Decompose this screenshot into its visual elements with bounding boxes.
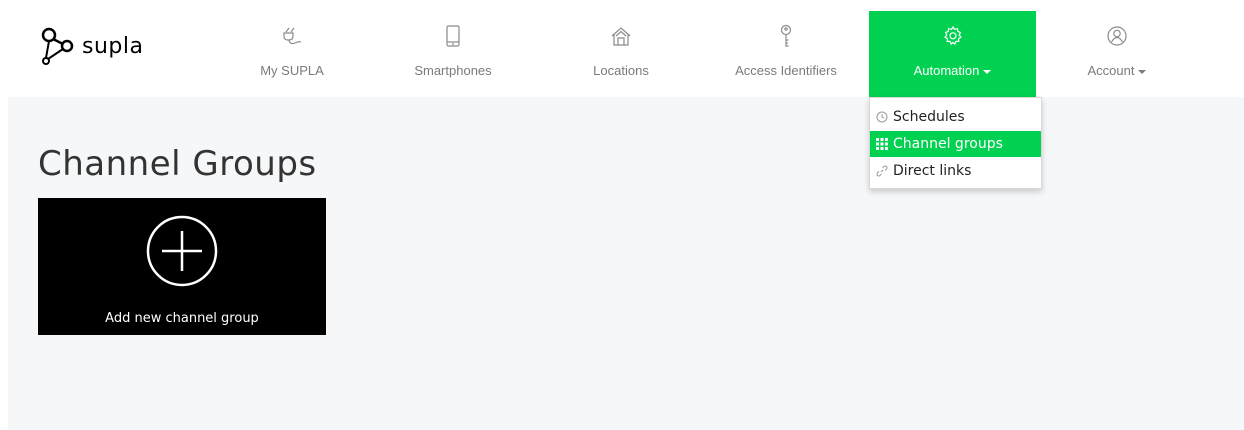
- top-navbar: supla My SUPLA Smartphones Locations Acc…: [0, 0, 1244, 97]
- nav-locations[interactable]: Locations: [566, 11, 676, 97]
- gear-icon: [942, 25, 964, 47]
- nav-label: Automation: [913, 63, 980, 78]
- nav-account[interactable]: Account: [1062, 11, 1172, 97]
- grid-icon: [876, 131, 888, 157]
- clock-icon: [876, 104, 888, 130]
- key-icon: [778, 24, 794, 47]
- dropdown-item-direct-links[interactable]: Direct links: [870, 158, 1041, 184]
- nav-smartphones[interactable]: Smartphones: [398, 11, 508, 97]
- brand-name: supla: [82, 33, 144, 59]
- house-icon: [610, 25, 632, 47]
- chevron-down-icon: [983, 69, 992, 74]
- nav-access-identifiers[interactable]: Access Identifiers: [726, 11, 846, 97]
- brand-logo[interactable]: supla: [40, 26, 143, 66]
- add-tile-label: Add new channel group: [105, 311, 259, 326]
- nav-label: Locations: [593, 63, 649, 78]
- nav-label-with-caret: Account: [1088, 63, 1147, 78]
- plus-circle-icon: [146, 215, 218, 292]
- dropdown-item-label: Schedules: [893, 109, 965, 125]
- dropdown-item-label: Direct links: [893, 163, 972, 179]
- page-title: Channel Groups: [38, 144, 317, 184]
- dropdown-item-channel-groups[interactable]: Channel groups: [870, 131, 1041, 157]
- nav-label-with-caret: Automation: [914, 63, 992, 78]
- link-icon: [876, 158, 888, 184]
- add-channel-group-button[interactable]: Add new channel group: [38, 198, 326, 335]
- smartphone-icon: [445, 25, 461, 47]
- nav-automation[interactable]: Automation: [869, 11, 1036, 97]
- dropdown-item-label: Channel groups: [893, 136, 1003, 152]
- user-icon: [1106, 25, 1128, 47]
- supla-logo-icon: [40, 26, 74, 66]
- nav-label: Smartphones: [414, 63, 492, 78]
- chevron-down-icon: [1138, 69, 1147, 74]
- nav-label: My SUPLA: [260, 63, 324, 78]
- dropdown-item-schedules[interactable]: Schedules: [870, 104, 1041, 130]
- nav-my-supla[interactable]: My SUPLA: [237, 11, 347, 97]
- automation-dropdown-menu: Schedules Channel groups Direct links: [869, 97, 1042, 189]
- plug-icon: [281, 25, 303, 47]
- nav-label: Access Identifiers: [735, 63, 837, 78]
- nav-label: Account: [1087, 63, 1135, 78]
